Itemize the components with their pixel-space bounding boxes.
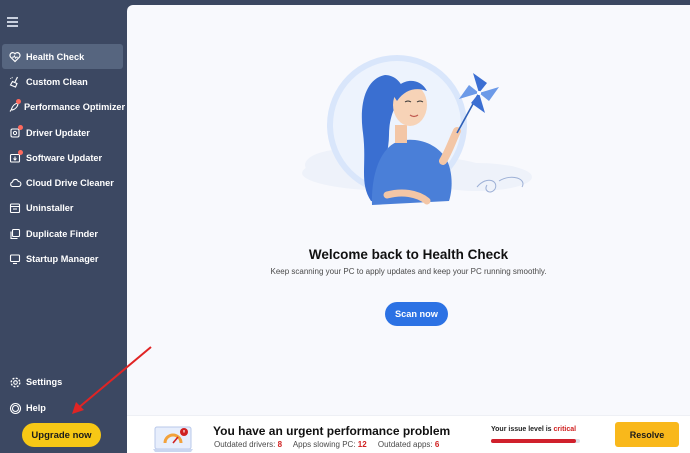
laptop-warning-icon [153, 426, 193, 452]
sidebar-item-label: Startup Manager [26, 254, 99, 265]
issue-level-meter [491, 439, 580, 443]
problem-stats: Outdated drivers: 8 Apps slowing PC: 12 … [214, 440, 448, 449]
page-subtitle: Keep scanning your PC to apply updates a… [270, 267, 547, 276]
status-bar: You have an urgent performance problem O… [127, 415, 690, 453]
sidebar-item-label: Custom Clean [26, 76, 88, 87]
sidebar-item-startup-manager[interactable]: Startup Manager [2, 246, 123, 271]
sidebar-item-uninstaller[interactable]: Uninstaller [2, 196, 123, 221]
stat-outdated-apps: Outdated apps: 6 [377, 440, 440, 449]
page-title: Welcome back to Health Check [308, 247, 509, 262]
sidebar-nav: Health Check Custom Clean Performance Op… [0, 44, 127, 272]
stat-apps-slowing-pc: Apps slowing PC: 12 [292, 440, 367, 449]
issue-level-text: Your issue level is critical [491, 426, 577, 433]
chip-icon [8, 124, 23, 140]
sidebar-item-duplicate-finder[interactable]: Duplicate Finder [2, 221, 123, 246]
settings-label: Settings [26, 377, 63, 387]
sidebar-bottom-nav: Settings Help [0, 369, 127, 421]
alert-dot [18, 149, 23, 155]
resolve-button[interactable]: Resolve [615, 422, 679, 447]
sidebar-item-label: Software Updater [26, 152, 103, 163]
sidebar-item-cloud-drive-cleaner[interactable]: Cloud Drive Cleaner [2, 170, 123, 195]
trash-icon [8, 201, 22, 215]
sidebar-item-health-check[interactable]: Health Check [2, 44, 123, 70]
alert-dot [18, 124, 23, 130]
help-label: Help [26, 403, 46, 413]
hero-illustration [302, 55, 532, 205]
sidebar-item-help[interactable]: Help [2, 395, 123, 421]
broom-icon [8, 75, 22, 89]
rocket-icon [8, 99, 21, 114]
sidebar-item-label: Cloud Drive Cleaner [26, 178, 114, 189]
alert-dot [16, 99, 21, 105]
monitor-icon [8, 252, 22, 266]
sidebar-item-custom-clean[interactable]: Custom Clean [2, 69, 123, 94]
urgent-problem-title: You have an urgent performance problem [213, 424, 451, 438]
sidebar-item-performance-optimizer[interactable]: Performance Optimizer [2, 95, 126, 120]
scan-now-button[interactable]: Scan now [385, 302, 448, 326]
sidebar-item-label: Uninstaller [26, 203, 74, 214]
help-icon [8, 401, 22, 415]
hero-section: Welcome back to Health Check Keep scanni… [127, 5, 690, 415]
menu-icon[interactable] [7, 17, 18, 27]
sidebar-item-settings[interactable]: Settings [2, 369, 123, 395]
sidebar-item-software-updater[interactable]: Software Updater [2, 145, 123, 170]
box-icon [8, 149, 23, 165]
stat-outdated-drivers: Outdated drivers: 8 [214, 440, 283, 449]
heart-icon [8, 50, 22, 64]
sidebar: Health Check Custom Clean Performance Op… [0, 0, 127, 453]
cloud-icon [8, 176, 22, 190]
sidebar-item-label: Performance Optimizer [24, 102, 126, 113]
upgrade-now-button[interactable]: Upgrade now [22, 423, 101, 447]
sidebar-item-label: Health Check [26, 51, 85, 62]
sidebar-item-driver-updater[interactable]: Driver Updater [2, 120, 123, 145]
copy-icon [8, 227, 22, 241]
gear-icon [8, 375, 22, 389]
sidebar-item-label: Duplicate Finder [26, 228, 98, 239]
issue-level-fill [491, 439, 576, 443]
main-panel: Welcome back to Health Check Keep scanni… [127, 5, 690, 453]
sidebar-item-label: Driver Updater [26, 127, 90, 138]
